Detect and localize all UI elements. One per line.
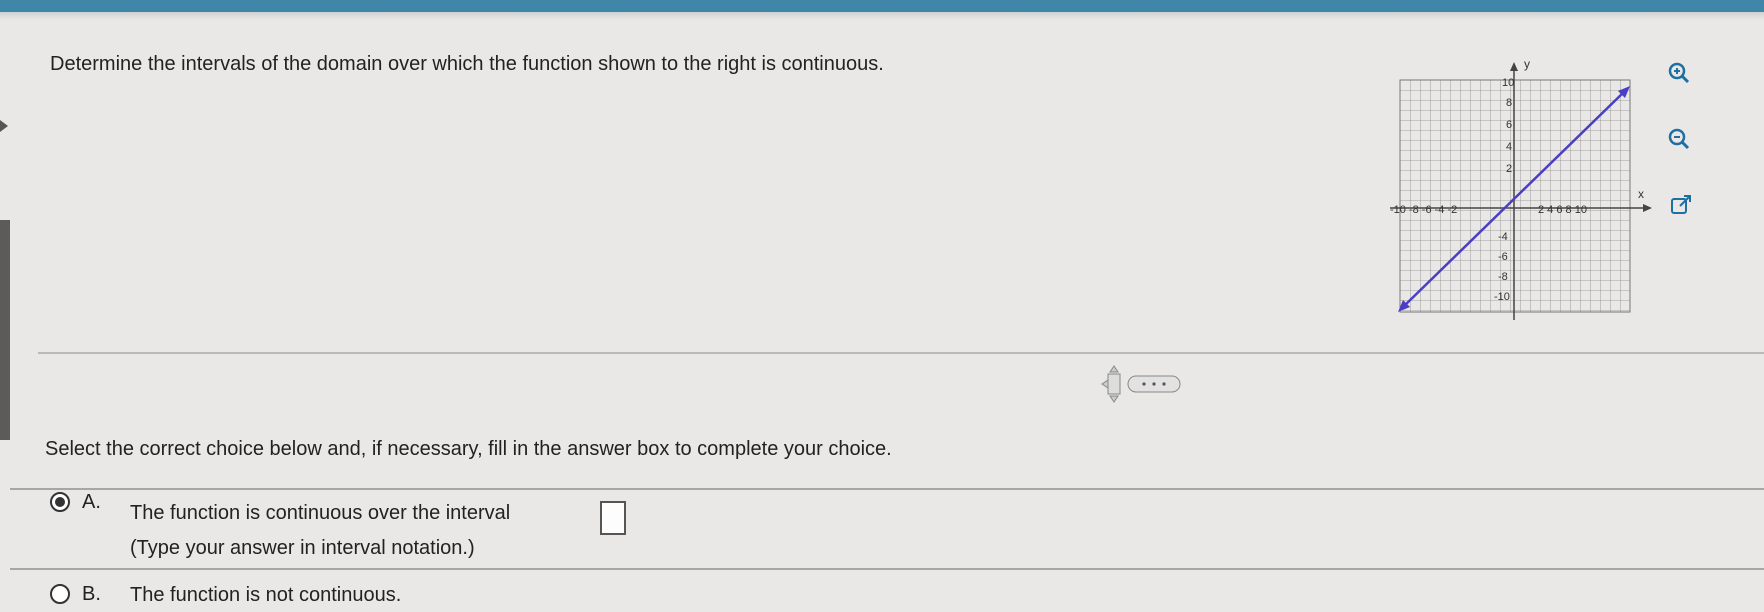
y-tick-label: -6 (1498, 251, 1508, 263)
radio-selected-dot (55, 497, 65, 507)
instruction-text: Select the correct choice below and, if … (45, 438, 892, 460)
choice-a-text: The function is continuous over the inte… (130, 502, 511, 524)
y-axis-label: y (1524, 57, 1530, 71)
choice-b-radio[interactable] (50, 584, 70, 604)
y-tick-label: -8 (1498, 271, 1508, 283)
drag-handle-icon (1101, 365, 1181, 403)
y-tick-label: -10 (1494, 291, 1510, 303)
y-tick-label: 6 (1506, 119, 1512, 131)
x-tick-labels-positive: 2 4 6 8 10 (1538, 204, 1587, 216)
zoom-out-button[interactable] (1662, 122, 1696, 156)
top-bar (0, 0, 1764, 12)
y-tick-label: 2 (1506, 163, 1512, 175)
zoom-in-button[interactable] (1662, 56, 1696, 90)
open-graph-button[interactable] (1664, 188, 1698, 222)
choice-b-letter: B. (82, 583, 101, 605)
question-text: Determine the intervals of the domain ov… (50, 53, 884, 75)
zoom-in-icon (1668, 62, 1690, 84)
zoom-out-icon (1668, 128, 1690, 150)
choice-a-letter: A. (82, 491, 101, 513)
choice-a-hint: (Type your answer in interval notation.) (130, 537, 475, 559)
external-link-icon (1671, 195, 1691, 214)
y-tick-label: 4 (1506, 141, 1512, 153)
function-graph: y x 10 8 6 4 2 -4 -6 -8 -10 -10 -8 -6 -4… (1390, 57, 1652, 320)
choice-a-radio[interactable] (50, 492, 70, 512)
x-axis-arrow-icon (1643, 204, 1652, 212)
interval-answer-input[interactable] (600, 501, 626, 535)
choice-b-text: The function is not continuous. (130, 584, 402, 606)
y-tick-label: 8 (1506, 97, 1512, 109)
top-bar-shadow (0, 12, 1764, 20)
y-tick-label: 10 (1502, 77, 1514, 89)
left-marker-icon (0, 120, 8, 132)
section-divider (38, 352, 1764, 354)
x-tick-labels-negative: -10 -8 -6 -4 -2 (1390, 204, 1457, 216)
left-edge-bar (0, 220, 10, 440)
resize-handle[interactable] (1100, 364, 1190, 404)
y-tick-label: -4 (1498, 231, 1508, 243)
y-axis-arrow-icon (1510, 62, 1518, 71)
x-axis-label: x (1638, 187, 1644, 201)
